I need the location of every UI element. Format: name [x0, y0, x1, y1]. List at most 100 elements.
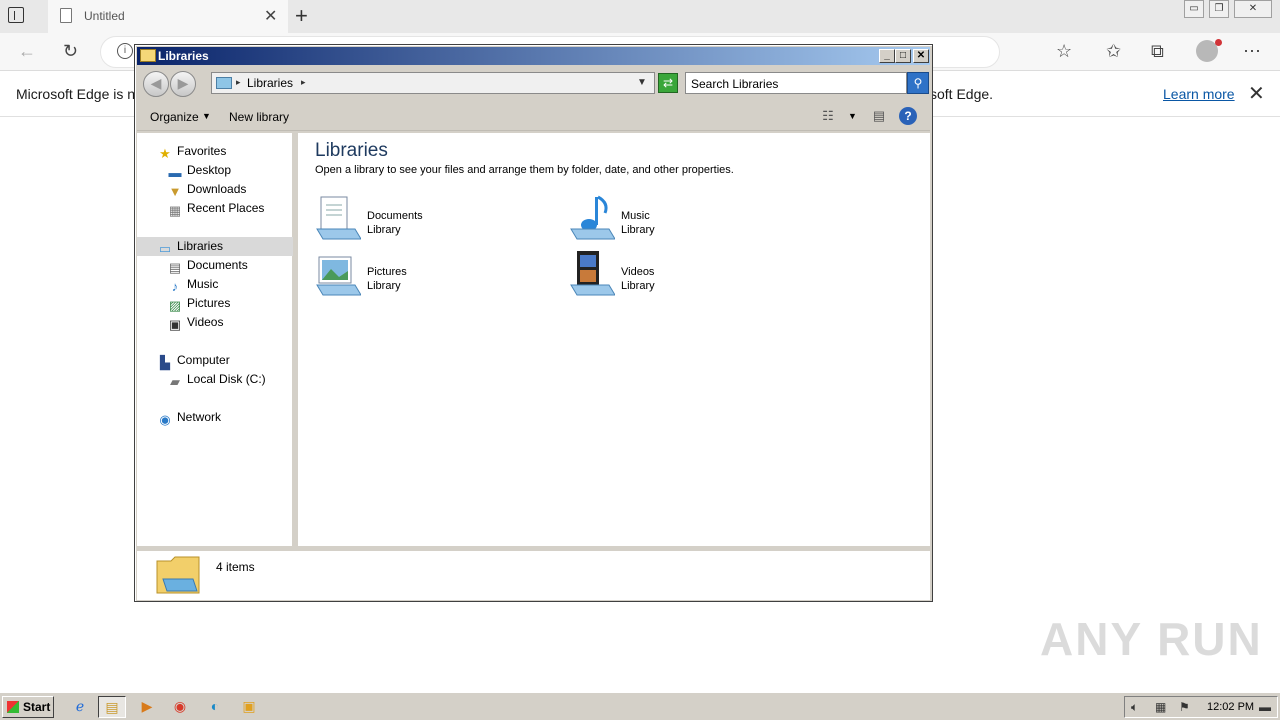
- tab-actions-icon[interactable]: [8, 7, 24, 23]
- flag-icon[interactable]: ⚑: [1179, 700, 1190, 714]
- browser-tab-strip: Untitled ✕ + ▭ ❐ ✕: [0, 0, 1280, 33]
- network-tray-icon[interactable]: ▦: [1155, 700, 1166, 714]
- search-placeholder: Search Libraries: [691, 77, 779, 91]
- view-options-icon[interactable]: ☷: [819, 108, 837, 124]
- internet-explorer-icon[interactable]: ℯ: [66, 696, 94, 718]
- tab-title: Untitled: [84, 9, 125, 23]
- breadcrumb-arrow-icon[interactable]: ▸: [236, 77, 241, 88]
- chevron-down-icon[interactable]: ▼: [637, 77, 647, 88]
- library-videos[interactable]: Videos Library: [569, 251, 809, 303]
- refresh-button[interactable]: ⇄: [658, 73, 678, 93]
- infobar-message: Microsoft Edge is no: [16, 86, 143, 102]
- tab-close-icon[interactable]: ✕: [264, 6, 277, 26]
- taskbar: Start ℯ ▤ ▶ ◉ ◐ ▣ 🔈︎ ▦ ⚑ 12:02 PM ▬: [0, 692, 1280, 720]
- content-pane: Libraries Open a library to see your fil…: [298, 133, 930, 546]
- videos-library-icon: [570, 251, 615, 296]
- command-bar: Organize ▼ New library ☷ ▼ ▤ ?: [137, 101, 930, 131]
- start-button[interactable]: Start: [2, 696, 54, 718]
- add-favorite-icon[interactable]: ☆: [1056, 41, 1072, 62]
- nav-desktop[interactable]: ▬ Desktop: [167, 161, 232, 180]
- library-pictures[interactable]: Pictures Library: [315, 251, 555, 303]
- network-icon: ◉: [159, 412, 171, 427]
- show-desktop-icon[interactable]: ▬: [1259, 700, 1271, 714]
- search-icon[interactable]: ⚲: [907, 72, 929, 94]
- new-tab-icon[interactable]: +: [295, 3, 308, 29]
- library-documents[interactable]: Documents Library: [315, 195, 555, 247]
- window-title: Libraries: [158, 49, 209, 63]
- nav-recent-places[interactable]: ▦ Recent Places: [167, 199, 265, 218]
- music-library-icon: [570, 195, 615, 240]
- infobar-close-icon[interactable]: ✕: [1248, 81, 1265, 106]
- desktop-icon: ▬: [168, 165, 182, 180]
- explorer-taskbar-icon[interactable]: ▤: [98, 696, 126, 718]
- app-icon[interactable]: ▣: [235, 696, 263, 718]
- edge-icon[interactable]: ◐: [201, 696, 229, 718]
- documents-library-icon: [316, 196, 361, 240]
- chrome-icon[interactable]: ◉: [166, 696, 194, 718]
- window-titlebar[interactable]: Libraries _ □ ✕: [137, 47, 930, 65]
- minimize-button[interactable]: _: [879, 49, 895, 63]
- favorites-icon[interactable]: ✩: [1106, 41, 1121, 62]
- chevron-down-icon[interactable]: ▼: [202, 111, 211, 121]
- recent-places-icon: ▦: [168, 203, 182, 218]
- nav-libraries[interactable]: ▭ Libraries: [137, 237, 293, 256]
- chevron-down-icon[interactable]: ▼: [848, 111, 857, 121]
- item-count: 4 items: [216, 560, 255, 574]
- collections-icon[interactable]: ⧉: [1151, 41, 1164, 62]
- nav-pictures[interactable]: ▨ Pictures: [167, 294, 231, 313]
- nav-favorites[interactable]: ★ Favorites: [157, 142, 226, 161]
- nav-documents[interactable]: ▤ Documents: [167, 256, 248, 275]
- close-button[interactable]: ✕: [913, 49, 929, 63]
- infobar-message-end: soft Edge.: [930, 86, 994, 102]
- forward-button[interactable]: ▶: [170, 71, 196, 97]
- back-button[interactable]: ◀: [143, 71, 169, 97]
- nav-music[interactable]: ♪ Music: [167, 275, 219, 294]
- media-player-icon[interactable]: ▶: [133, 696, 161, 718]
- minimize-icon[interactable]: ▭: [1184, 0, 1204, 18]
- new-library-button[interactable]: New library: [229, 110, 289, 124]
- address-breadcrumb[interactable]: ▸ Libraries ▸ ▼: [211, 72, 655, 94]
- page-description: Open a library to see your files and arr…: [315, 164, 734, 176]
- folder-icon: [140, 49, 156, 62]
- page-icon: [60, 8, 72, 23]
- help-icon[interactable]: ?: [899, 107, 917, 125]
- nav-computer[interactable]: ▙ Computer: [157, 351, 230, 370]
- libraries-icon: [216, 77, 232, 89]
- navigation-bar: ◀ ▶ ▸ Libraries ▸ ▼ ⇄ Search Libraries ⚲: [137, 67, 930, 99]
- preview-pane-icon[interactable]: ▤: [870, 108, 888, 124]
- breadcrumb-libraries[interactable]: Libraries: [247, 76, 293, 90]
- nav-downloads[interactable]: ▼ Downloads: [167, 180, 247, 199]
- info-icon[interactable]: i: [117, 43, 133, 59]
- pictures-icon: ▨: [168, 298, 182, 313]
- refresh-icon[interactable]: ↻: [63, 41, 78, 62]
- document-icon: ▤: [168, 260, 182, 275]
- back-icon[interactable]: ←: [18, 41, 36, 62]
- computer-icon: ▙: [160, 355, 170, 370]
- system-tray: 🔈︎ ▦ ⚑ 12:02 PM ▬: [1124, 696, 1278, 718]
- close-icon[interactable]: ✕: [1234, 0, 1272, 18]
- music-icon: ♪: [171, 279, 179, 294]
- library-music[interactable]: Music Library: [569, 195, 809, 247]
- breadcrumb-arrow-icon[interactable]: ▸: [301, 77, 306, 88]
- restore-icon[interactable]: ❐: [1209, 0, 1229, 18]
- clock: 12:02 PM: [1207, 701, 1255, 713]
- navigation-pane: ★ Favorites ▬ Desktop ▼ Downloads ▦ Recent P…: [137, 133, 295, 546]
- browser-tab[interactable]: Untitled ✕: [48, 0, 288, 33]
- disk-icon: ▰: [170, 374, 180, 389]
- nav-local-disk[interactable]: ▰ Local Disk (C:): [167, 370, 266, 389]
- nav-network[interactable]: ◉ Network: [157, 408, 221, 427]
- learn-more-link[interactable]: Learn more: [1163, 86, 1235, 102]
- pictures-library-icon: [316, 256, 361, 296]
- organize-button[interactable]: Organize: [150, 110, 199, 124]
- star-icon: ★: [159, 146, 171, 161]
- maximize-button[interactable]: □: [895, 49, 911, 63]
- downloads-icon: ▼: [168, 184, 182, 199]
- volume-icon[interactable]: 🔈︎: [1131, 700, 1138, 715]
- search-input[interactable]: Search Libraries: [685, 72, 907, 94]
- more-icon[interactable]: ⋯: [1243, 41, 1261, 62]
- libraries-folder-icon: [156, 556, 200, 594]
- nav-videos[interactable]: ▣ Videos: [167, 313, 224, 332]
- profile-avatar[interactable]: [1196, 39, 1222, 62]
- page-title: Libraries: [315, 140, 388, 161]
- watermark-logo: ANY RUN: [1040, 613, 1263, 665]
